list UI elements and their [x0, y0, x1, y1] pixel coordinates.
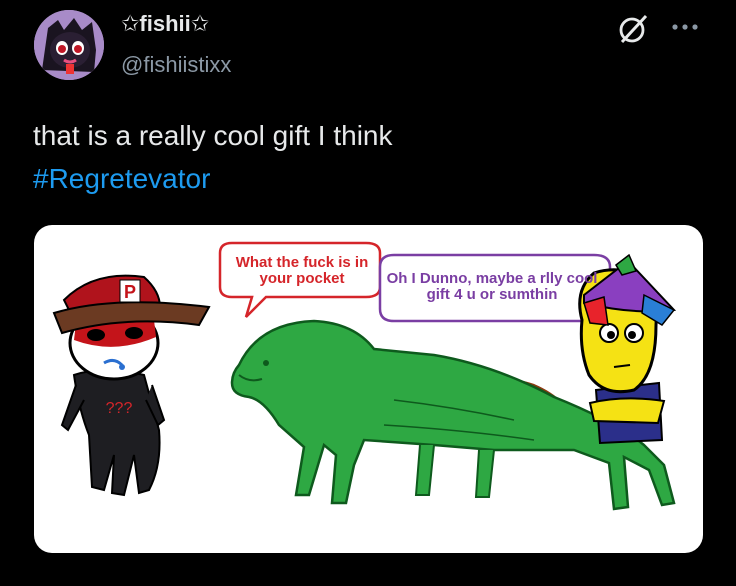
- display-name[interactable]: ✩fishii✩: [121, 11, 209, 37]
- hashtag-link[interactable]: #Regretevator: [33, 160, 210, 198]
- post-image[interactable]: P ??? What the fuck is in your pocket Oh…: [34, 225, 703, 553]
- left-character: P ???: [52, 274, 211, 497]
- speech-bubble-1: What the fuck is in your pocket: [235, 254, 369, 287]
- shirt-text: ???: [106, 400, 133, 417]
- grok-icon[interactable]: [616, 12, 650, 46]
- hat-letter: P: [124, 282, 136, 302]
- speech-bubble-2: Oh I Dunno, maybe a rlly cool gift 4 u o…: [386, 270, 598, 303]
- user-handle[interactable]: @fishiistixx: [121, 52, 231, 78]
- more-icon[interactable]: [668, 12, 702, 42]
- post-text: that is a really cool gift I think: [33, 120, 393, 151]
- avatar[interactable]: [34, 10, 104, 80]
